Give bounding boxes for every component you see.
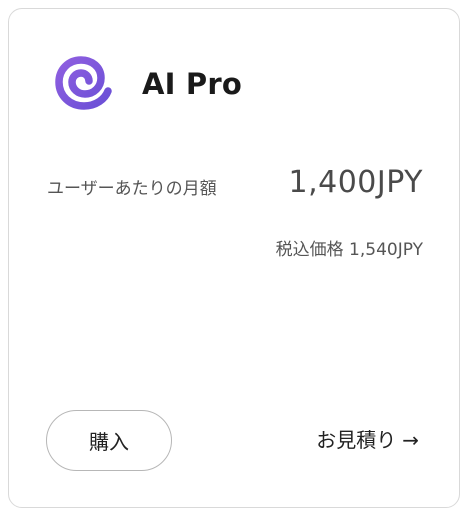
tax-included-price: 税込価格 1,540JPY — [275, 240, 423, 260]
quote-link-label: お見積り — [316, 428, 397, 452]
quote-link[interactable]: お見積り → — [316, 426, 419, 454]
plan-title: AI Pro — [142, 67, 243, 101]
plan-card: AI Pro ユーザーあたりの月額 1,400JPY 税込価格 1,540JPY… — [8, 8, 460, 508]
buy-button[interactable]: 購入 — [46, 410, 172, 471]
swirl-logo-icon — [55, 56, 112, 110]
price-per-user-label: ユーザーあたりの月額 — [47, 179, 217, 199]
arrow-right-icon: → — [402, 428, 419, 452]
price-value: 1,400JPY — [288, 165, 423, 200]
